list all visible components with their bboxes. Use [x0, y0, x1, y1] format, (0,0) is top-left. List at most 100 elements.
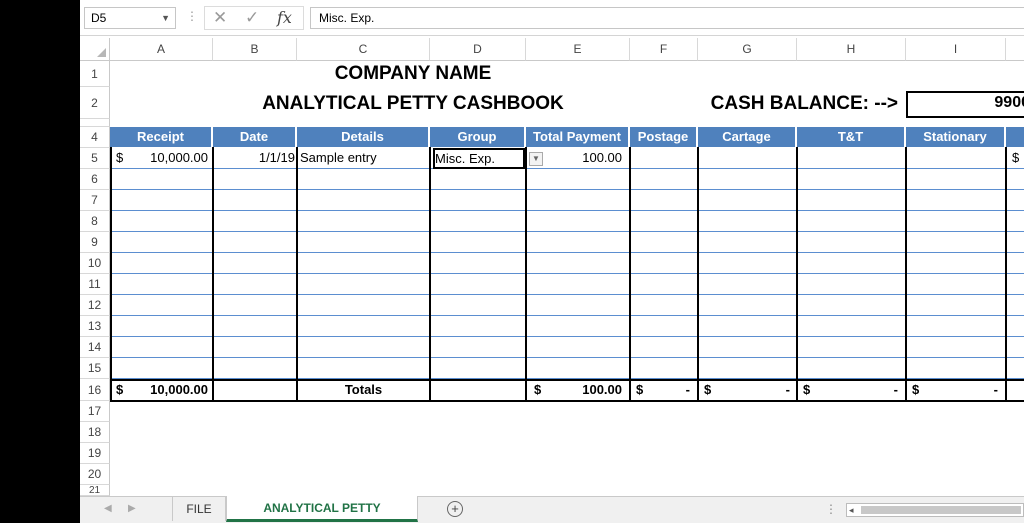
horizontal-scrollbar[interactable]: ◂	[846, 503, 1024, 517]
column-border	[110, 147, 112, 402]
row-rule	[110, 273, 1024, 274]
column-border	[525, 147, 527, 402]
totals-cartage[interactable]: -	[720, 380, 790, 400]
header-stationary[interactable]: Stationary	[906, 127, 1006, 147]
sheet-subtitle[interactable]: ANALYTICAL PETTY CASHBOOK	[110, 93, 716, 115]
totals-label[interactable]: Totals	[298, 380, 429, 400]
header-total-payment[interactable]: Total Payment	[526, 127, 630, 147]
name-box[interactable]: D5 ▼	[84, 7, 176, 29]
totals-stationary[interactable]: -	[928, 380, 998, 400]
header-cartage[interactable]: Cartage	[698, 127, 797, 147]
header-date[interactable]: Date	[213, 127, 297, 147]
header-tt[interactable]: T&T	[797, 127, 906, 147]
column-header-g[interactable]: G	[698, 38, 797, 61]
column-header-b[interactable]: B	[213, 38, 297, 61]
row-header[interactable]: 11	[80, 274, 110, 295]
column-header-e[interactable]: E	[526, 38, 630, 61]
totals-payment-currency: $	[534, 382, 542, 397]
tab-analytical-petty-cashbook[interactable]: ANALYTICAL PETTY CASHBOOK	[226, 496, 418, 522]
totals-stationary-currency: $	[912, 382, 920, 397]
row-header[interactable]: 20	[80, 464, 110, 485]
row-header[interactable]: 1	[80, 61, 110, 87]
row-header[interactable]: 6	[80, 169, 110, 190]
cash-balance-label[interactable]: CASH BALANCE: -->	[698, 93, 906, 115]
row-header[interactable]: 14	[80, 337, 110, 358]
row-header[interactable]: 17	[80, 401, 110, 422]
company-name-title[interactable]: COMPANY NAME	[110, 63, 716, 85]
column-header-j[interactable]	[1006, 38, 1024, 61]
tab-splitter-icon[interactable]: ⋮	[825, 502, 837, 516]
column-header-f[interactable]: F	[630, 38, 698, 61]
row-rule	[110, 252, 1024, 253]
row-header[interactable]: 8	[80, 211, 110, 232]
triangle-right-icon[interactable]: ▶	[128, 503, 136, 514]
totals-tt-currency: $	[803, 382, 811, 397]
header-next-column[interactable]	[1006, 127, 1024, 147]
formula-bar-grip-icon: ⋮	[186, 9, 198, 23]
totals-postage-currency: $	[636, 382, 644, 397]
totals-tt[interactable]: -	[820, 380, 898, 400]
row-header[interactable]: 9	[80, 232, 110, 253]
receipt-cell[interactable]: 10,000.00	[130, 148, 208, 168]
row-rule	[110, 189, 1024, 190]
worksheet-grid: A B C D E F G H I 1 2 4 5 6 7 8 9 10 11 …	[80, 38, 1024, 496]
insert-function-icon[interactable]: fx	[277, 8, 292, 28]
row-header[interactable]: 19	[80, 443, 110, 464]
row-header[interactable]: 18	[80, 422, 110, 443]
formula-bar: D5 ▼ ⋮ ✕ ✓ fx Misc. Exp.	[80, 0, 1024, 36]
row-header[interactable]: 16	[80, 379, 110, 401]
details-cell[interactable]: Sample entry	[300, 148, 428, 168]
enter-icon[interactable]: ✓	[245, 8, 259, 28]
cash-balance-value[interactable]: 9900	[906, 91, 1024, 118]
date-cell[interactable]: 1/1/19	[214, 148, 295, 168]
row-header[interactable]: 13	[80, 316, 110, 337]
header-details[interactable]: Details	[297, 127, 430, 147]
row-rule	[110, 210, 1024, 211]
cancel-icon[interactable]: ✕	[213, 8, 227, 28]
totals-bottom-border	[110, 400, 1024, 402]
spreadsheet-window: D5 ▼ ⋮ ✕ ✓ fx Misc. Exp. A B C D E F G H…	[80, 0, 1024, 523]
triangle-left-icon[interactable]: ◀	[104, 503, 112, 514]
name-box-value: D5	[91, 11, 107, 25]
header-postage[interactable]: Postage	[630, 127, 698, 147]
row-header[interactable]: 12	[80, 295, 110, 316]
column-border	[905, 147, 907, 402]
row-header[interactable]: 15	[80, 358, 110, 379]
scrollbar-thumb[interactable]	[861, 506, 1021, 514]
header-group[interactable]: Group	[430, 127, 526, 147]
totals-postage[interactable]: -	[650, 380, 690, 400]
sheet-tab-bar: ◀ ▶ FILE ANALYTICAL PETTY CASHBOOK + ⋮ ◂	[80, 496, 1024, 523]
group-cell-selected[interactable]: Misc. Exp.	[433, 148, 525, 169]
column-border	[697, 147, 699, 402]
plus-circle-icon[interactable]: +	[447, 501, 463, 517]
totals-receipt[interactable]: 10,000.00	[130, 380, 208, 400]
row-rule	[110, 168, 1024, 169]
tab-file[interactable]: FILE	[172, 497, 226, 521]
dropdown-arrow-icon[interactable]: ▼	[529, 152, 543, 166]
column-header-a[interactable]: A	[110, 38, 213, 61]
column-header-d[interactable]: D	[430, 38, 526, 61]
totals-payment[interactable]: 100.00	[550, 380, 622, 400]
row-rule	[110, 231, 1024, 232]
row-header[interactable]: 2	[80, 87, 110, 119]
row-header[interactable]: 4	[80, 127, 110, 148]
formula-input[interactable]: Misc. Exp.	[310, 7, 1024, 29]
row-header[interactable]: 7	[80, 190, 110, 211]
scroll-left-icon[interactable]: ◂	[849, 504, 854, 516]
row-rule	[110, 336, 1024, 337]
row-header-hidden[interactable]	[80, 119, 110, 127]
row-header[interactable]: 5	[80, 148, 110, 169]
select-all-corner[interactable]	[80, 38, 110, 61]
column-header-h[interactable]: H	[797, 38, 906, 61]
column-border	[1005, 147, 1007, 402]
column-header-i[interactable]: I	[906, 38, 1006, 61]
row-header[interactable]: 21	[80, 485, 110, 496]
column-header-c[interactable]: C	[297, 38, 430, 61]
total-payment-cell[interactable]: 100.00	[550, 148, 622, 168]
formula-buttons: ✕ ✓ fx	[204, 6, 304, 30]
row-header[interactable]: 10	[80, 253, 110, 274]
column-border	[796, 147, 798, 402]
header-receipt[interactable]: Receipt	[110, 127, 213, 147]
chevron-down-icon[interactable]: ▼	[161, 8, 170, 28]
row-rule	[110, 315, 1024, 316]
